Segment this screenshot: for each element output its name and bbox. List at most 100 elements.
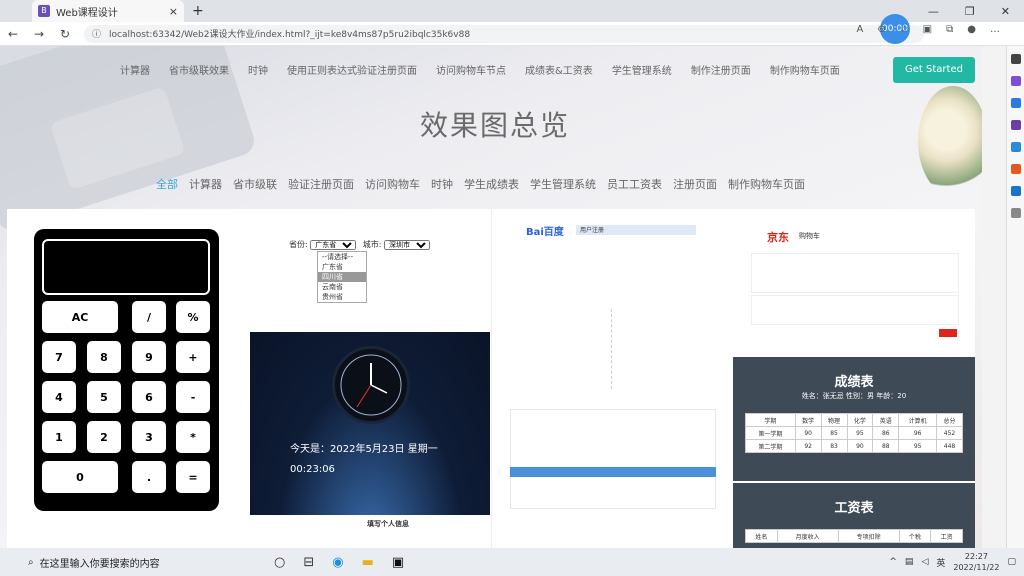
add-icon[interactable] [1010, 208, 1021, 218]
tools-icon[interactable] [1010, 120, 1021, 130]
url-field[interactable]: ⓘ localhost:63342/Web2课设大作业/index.html?_… [84, 24, 924, 43]
calculator-key[interactable]: 4 [42, 381, 76, 413]
filter-tab[interactable]: 验证注册页面 [288, 176, 354, 192]
topnav-item[interactable]: 访问购物车节点 [436, 62, 506, 77]
filter-tab-all[interactable]: 全部 [156, 176, 178, 192]
calculator-key[interactable]: 7 [42, 341, 76, 373]
city-label: 城市: [362, 240, 382, 249]
collections-icon[interactable]: ⧉ [946, 24, 953, 35]
salary-header: 工资 [930, 529, 963, 543]
dropdown-option[interactable]: 广东省 [318, 262, 366, 272]
calculator-key[interactable]: * [176, 421, 210, 453]
filter-tab[interactable]: 时钟 [431, 176, 453, 192]
salary-title: 工资表 [834, 501, 874, 516]
topnav-item[interactable]: 时钟 [248, 62, 268, 77]
close-tab-icon[interactable]: × [169, 5, 178, 18]
taskbar-search[interactable]: ⌕ 在这里输入你要搜索的内容 [28, 548, 204, 576]
calculator-key[interactable]: = [176, 461, 210, 493]
score-header: 总分 [936, 413, 963, 427]
calculator-key[interactable]: 1 [42, 421, 76, 453]
ide-icon[interactable]: ▣ [392, 555, 404, 570]
dropdown-option[interactable]: 云南省 [318, 282, 366, 292]
calculator-key[interactable]: 3 [132, 421, 166, 453]
games-icon[interactable] [1010, 142, 1021, 152]
calculator-key[interactable]: . [132, 461, 166, 493]
ime-indicator[interactable]: 英 [936, 556, 945, 569]
clock-thumbnail[interactable]: 今天是：2022年5月23日 星期一 00:23:06 [250, 332, 490, 515]
more-icon[interactable]: … [990, 24, 1000, 35]
calculator-key[interactable]: 5 [87, 381, 121, 413]
province-select[interactable]: 广东省 [310, 240, 357, 250]
search-icon[interactable] [1010, 54, 1021, 64]
city-select[interactable]: 深圳市 [384, 240, 431, 250]
extension-icon[interactable]: ▣ [923, 24, 932, 35]
dropdown-option[interactable]: --请选择-- [318, 252, 366, 262]
zoom-icon[interactable]: ⊖ [877, 24, 885, 35]
calculator-key[interactable]: 9 [132, 341, 166, 373]
tray-arrow-icon[interactable]: ^ [889, 557, 897, 567]
table-cell: 85 [820, 426, 848, 440]
calculator-key[interactable]: % [176, 301, 210, 333]
filter-tab[interactable]: 注册页面 [673, 176, 717, 192]
filter-tab[interactable]: 学生成绩表 [464, 176, 519, 192]
topnav-item[interactable]: 省市级联效果 [169, 62, 229, 77]
task-view-icon[interactable]: ○ [274, 555, 285, 570]
topnav-item[interactable]: 制作购物车页面 [770, 62, 840, 77]
filter-tab[interactable]: 访问购物车 [365, 176, 420, 192]
refresh-icon[interactable]: ↻ [52, 27, 78, 41]
info-icon[interactable]: ⓘ [92, 27, 101, 40]
copilot-icon[interactable] [1010, 76, 1021, 86]
profile-icon[interactable]: ● [967, 24, 976, 35]
score-title: 成绩表 [834, 375, 874, 390]
filter-tab[interactable]: 制作购物车页面 [728, 176, 805, 192]
outlook-icon[interactable] [1010, 186, 1021, 196]
volume-icon[interactable]: ◁ [921, 557, 928, 567]
browser-tab[interactable]: B Web课程设计 × [32, 0, 184, 22]
notification-icon[interactable]: ▢ [1007, 557, 1016, 567]
calculator-key[interactable]: / [132, 301, 166, 333]
calculator-key[interactable]: - [176, 381, 210, 413]
calculator-key[interactable]: 6 [132, 381, 166, 413]
filter-tab[interactable]: 学生管理系统 [530, 176, 596, 192]
topnav-item[interactable]: 制作注册页面 [691, 62, 751, 77]
network-icon[interactable]: ▤ [905, 557, 914, 567]
calculator-thumbnail[interactable]: AC /% 7 8 9 +4 5 6- 1 2 3 * 0. = [34, 229, 219, 511]
get-started-button[interactable]: Get Started [893, 57, 975, 83]
filter-tab[interactable]: 计算器 [189, 176, 222, 192]
filter-tab[interactable]: 员工工资表 [607, 176, 662, 192]
back-icon[interactable]: ← [0, 27, 26, 41]
widgets-icon[interactable]: ⊟ [303, 555, 314, 570]
calculator-key[interactable]: AC [42, 301, 118, 333]
topnav-item[interactable]: 学生管理系统 [612, 62, 672, 77]
edge-icon[interactable]: ◉ [332, 555, 343, 570]
tray-clock[interactable]: 22:27 2022/11/22 [953, 551, 999, 573]
maximize-icon[interactable]: ❐ [965, 5, 975, 18]
folder-icon[interactable]: ▬ [362, 555, 374, 570]
calculator-key[interactable]: 0 [42, 461, 118, 493]
province-dropdown: --请选择-- 广东省 四川省 云南省 贵州省 [317, 251, 367, 303]
topnav-item[interactable]: 使用正则表达式验证注册页面 [287, 62, 417, 77]
salary-table-thumbnail[interactable]: 工资表 姓名 月度收入 专项扣除 个税 工资 [733, 483, 975, 548]
dropdown-option-selected[interactable]: 四川省 [318, 272, 366, 282]
score-table-thumbnail[interactable]: 成绩表 姓名：张无忌 性别：男 年龄：20 学期 数学 物理 化学 英语 计算机… [733, 357, 975, 481]
register-thumbnail[interactable]: Bai百度 用户注册 [491, 209, 733, 548]
topnav-item[interactable]: 成绩表&工资表 [525, 62, 593, 77]
minimize-icon[interactable]: — [928, 5, 939, 18]
calculator-key[interactable]: 8 [87, 341, 121, 373]
baidu-logo: Bai百度 [526, 227, 564, 238]
calculator-key[interactable]: 2 [87, 421, 121, 453]
favorite-icon[interactable]: ☆ [900, 24, 909, 35]
topnav-item[interactable]: 计算器 [120, 62, 150, 77]
shopping-icon[interactable] [1010, 98, 1021, 108]
forward-icon[interactable]: → [26, 27, 52, 41]
cart-thumbnail[interactable]: 京东 购物车 [733, 209, 975, 357]
calculator-key[interactable]: + [176, 341, 210, 373]
close-window-icon[interactable]: ✕ [1001, 5, 1010, 18]
new-tab-icon[interactable]: + [192, 3, 204, 19]
read-aloud-icon[interactable]: A [856, 24, 863, 35]
salary-header: 专项扣除 [837, 529, 900, 543]
dropdown-option[interactable]: 贵州省 [318, 292, 366, 302]
filter-tab[interactable]: 省市级联 [233, 176, 277, 192]
office-icon[interactable] [1010, 164, 1021, 174]
gallery: AC /% 7 8 9 +4 5 6- 1 2 3 * 0. = 省份: 广东省 城市: 深圳市 --请选… [7, 209, 975, 548]
